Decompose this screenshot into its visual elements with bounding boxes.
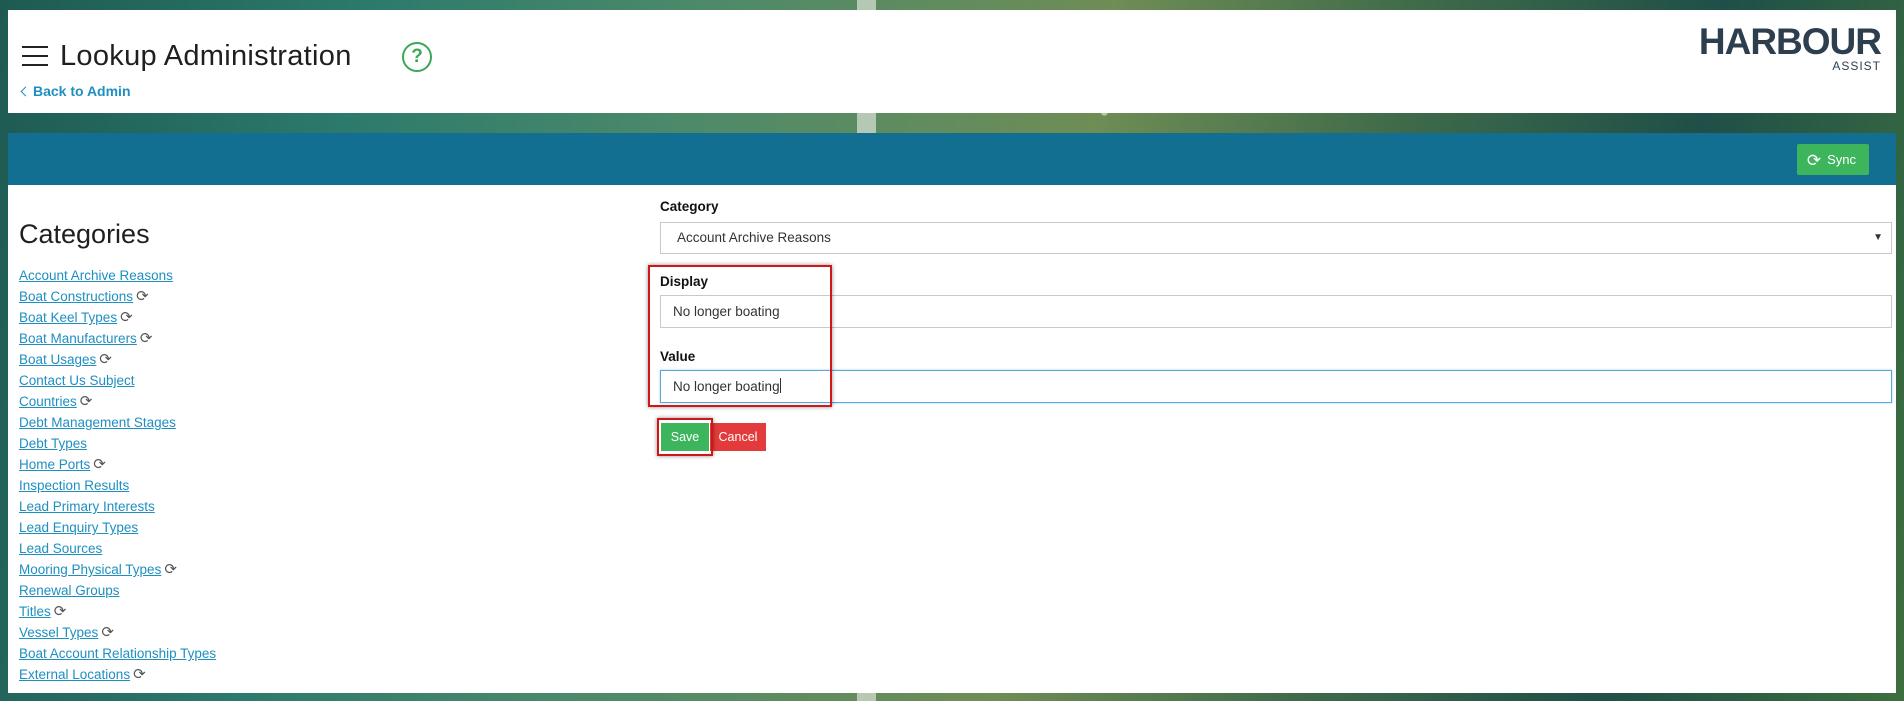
value-input-value: No longer boating — [673, 379, 780, 394]
hamburger-menu-icon[interactable] — [22, 46, 48, 66]
category-link[interactable]: Contact Us Subject — [19, 373, 135, 388]
category-select-value: Account Archive Reasons — [677, 230, 831, 245]
category-list-item: Lead Sources — [19, 538, 216, 559]
refresh-icon: ⟳ — [1806, 151, 1822, 170]
category-list-item: Boat Account Relationship Types — [19, 643, 216, 664]
value-input[interactable]: No longer boating — [660, 370, 1892, 403]
categories-heading: Categories — [19, 219, 150, 249]
category-link[interactable]: Renewal Groups — [19, 583, 120, 598]
sync-icon: ⟳ — [120, 309, 133, 326]
display-input[interactable]: No longer boating — [660, 295, 1892, 328]
category-list-item: Contact Us Subject — [19, 370, 216, 391]
page-header: Lookup Administration ? Back to Admin HA… — [8, 10, 1896, 113]
category-list-item: Debt Management Stages — [19, 412, 216, 433]
chevron-left-icon — [20, 86, 31, 97]
sync-button[interactable]: ⟳ Sync — [1796, 144, 1869, 175]
display-label: Display — [660, 274, 709, 289]
category-list-item: Boat Usages ⟳ — [19, 349, 216, 370]
sync-icon: ⟳ — [101, 624, 114, 641]
category-list-item: Home Ports ⟳ — [19, 454, 216, 475]
category-link[interactable]: Account Archive Reasons — [19, 268, 173, 283]
category-list-item: Boat Manufacturers ⟳ — [19, 328, 216, 349]
sync-icon: ⟳ — [164, 561, 177, 578]
dropdown-arrow-icon: ▼ — [1873, 232, 1883, 243]
help-question-icon[interactable]: ? — [402, 42, 432, 72]
back-to-admin-link[interactable]: Back to Admin — [20, 83, 131, 99]
category-list-item: Boat Constructions ⟳ — [19, 286, 216, 307]
category-link[interactable]: Lead Primary Interests — [19, 499, 155, 514]
harbour-assist-logo: HARBOUR ASSIST — [1698, 21, 1882, 73]
category-link[interactable]: Boat Keel Types — [19, 310, 117, 325]
category-link[interactable]: External Locations — [19, 667, 130, 682]
logo-main-text: HARBOUR — [1698, 21, 1882, 62]
value-label: Value — [660, 349, 696, 364]
category-link[interactable]: Debt Types — [19, 436, 87, 451]
category-list-item: Lead Primary Interests — [19, 496, 216, 517]
main-panel: Categories Account Archive Reasons Boat C… — [8, 185, 1896, 693]
sync-icon: ⟳ — [79, 393, 93, 410]
category-list-item: Lead Enquiry Types — [19, 517, 216, 538]
sync-icon: ⟳ — [53, 603, 67, 620]
category-link[interactable]: Home Ports — [19, 457, 90, 472]
category-link[interactable]: Boat Usages — [19, 352, 96, 367]
sync-icon: ⟳ — [99, 351, 112, 368]
category-link[interactable]: Debt Management Stages — [19, 415, 176, 430]
category-list-item: Vessel Types ⟳ — [19, 622, 216, 643]
display-input-value: No longer boating — [673, 304, 780, 319]
category-link[interactable]: Boat Manufacturers — [19, 331, 137, 346]
category-list-item: Renewal Groups — [19, 580, 216, 601]
category-link[interactable]: Lead Sources — [19, 541, 102, 556]
category-link[interactable]: Boat Account Relationship Types — [19, 646, 216, 661]
page-title: Lookup Administration — [60, 40, 352, 72]
category-link[interactable]: Mooring Physical Types — [19, 562, 161, 577]
back-link-label: Back to Admin — [33, 83, 131, 99]
sync-icon: ⟳ — [136, 288, 149, 305]
category-list-item: Inspection Results — [19, 475, 216, 496]
category-list-item: Countries ⟳ — [19, 391, 216, 412]
category-list-item: Debt Types — [19, 433, 216, 454]
text-caret — [779, 378, 781, 393]
save-button[interactable]: Save — [661, 423, 709, 451]
category-link[interactable]: Inspection Results — [19, 478, 129, 493]
category-link[interactable]: Lead Enquiry Types — [19, 520, 138, 535]
category-list-item: Boat Keel Types ⟳ — [19, 307, 216, 328]
sync-icon: ⟳ — [133, 666, 146, 683]
category-link[interactable]: Vessel Types — [19, 625, 98, 640]
cancel-button[interactable]: Cancel — [710, 423, 766, 451]
category-link[interactable]: Boat Constructions — [19, 289, 133, 304]
category-link[interactable]: Countries — [19, 394, 77, 409]
category-select[interactable]: Account Archive Reasons ▼ — [660, 222, 1892, 254]
category-list-item: Account Archive Reasons — [19, 265, 216, 286]
sync-icon: ⟳ — [93, 456, 106, 473]
sync-icon: ⟳ — [139, 330, 153, 347]
category-link[interactable]: Titles — [19, 604, 51, 619]
category-list-item: Mooring Physical Types ⟳ — [19, 559, 216, 580]
category-list: Account Archive Reasons Boat Construction… — [19, 265, 216, 685]
category-list-item: External Locations ⟳ — [19, 664, 216, 685]
category-list-item: Titles ⟳ — [19, 601, 216, 622]
category-label: Category — [660, 199, 719, 214]
sync-label: Sync — [1827, 152, 1856, 167]
toolbar: ⟳ Sync — [8, 133, 1896, 185]
